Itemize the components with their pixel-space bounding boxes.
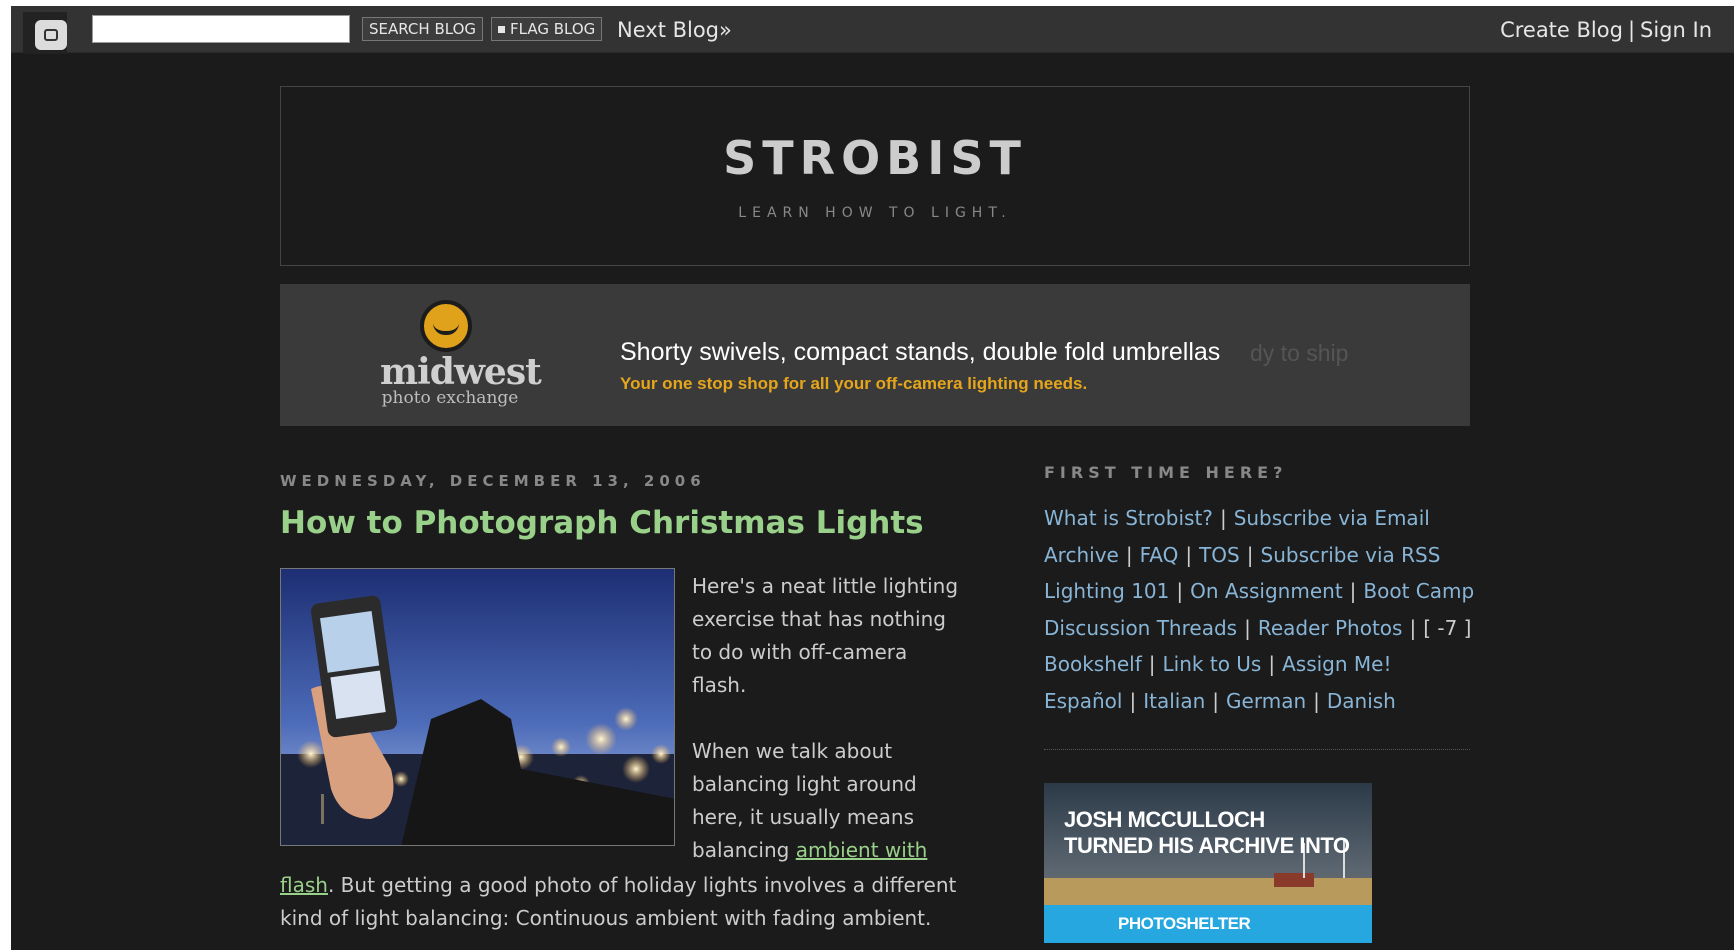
separator: |: [1627, 18, 1636, 42]
ambient-with-flash-link[interactable]: ambient with: [796, 838, 928, 862]
ad-line-2: TURNED HIS ARCHIVE INTO: [1064, 833, 1350, 858]
blog-title[interactable]: STROBIST: [281, 131, 1469, 185]
sidebar-divider: [1044, 749, 1470, 750]
link-what-is-strobist[interactable]: What is Strobist?: [1044, 506, 1213, 530]
phone-night-photo-image: [281, 569, 674, 845]
banner-subline: Your one stop shop for all your off-came…: [620, 374, 1088, 393]
post-body-continued: flash. But getting a good photo of holid…: [280, 869, 980, 935]
photoshelter-ad[interactable]: JOSH MCCULLOCH TURNED HIS ARCHIVE INTO P…: [1044, 783, 1372, 943]
window-left-edge: [0, 0, 11, 950]
link-espanol[interactable]: Español: [1044, 689, 1122, 713]
link-boot-camp[interactable]: Boot Camp: [1363, 579, 1474, 603]
link-assign-me[interactable]: Assign Me!: [1282, 652, 1391, 676]
midwest-logo-text: midwest: [380, 351, 542, 393]
banner-fading-text: dy to ship: [1250, 340, 1349, 366]
sidebar-links: What is Strobist? | Subscribe via Email Ar…: [1044, 500, 1474, 719]
flag-blog-button[interactable]: FLAG BLOG: [491, 17, 603, 41]
link-bookshelf[interactable]: Bookshelf: [1044, 652, 1142, 676]
link-link-to-us[interactable]: Link to Us: [1163, 652, 1262, 676]
link-discussion-threads[interactable]: Discussion Threads: [1044, 616, 1237, 640]
banner-ad[interactable]: midwest photo exchange dy to ship Shorty…: [280, 284, 1470, 426]
next-blog-link[interactable]: Next Blog»: [617, 18, 732, 42]
link-danish[interactable]: Danish: [1327, 689, 1396, 713]
sidebar-row: Español | Italian | German | Danish: [1044, 688, 1396, 713]
link-reader-photos[interactable]: Reader Photos: [1258, 616, 1403, 640]
post-paragraph-2: When we talk about balancing light aroun…: [692, 735, 962, 867]
sidebar-heading: FIRST TIME HERE?: [1044, 463, 1288, 482]
post-photo[interactable]: [280, 568, 675, 846]
photoshelter-brand-bar: PHOTOSHELTER: [1044, 905, 1372, 943]
flag-icon: [498, 26, 505, 33]
banner-headline: Shorty swivels, compact stands, double f…: [620, 338, 1221, 366]
link-on-assignment[interactable]: On Assignment: [1190, 579, 1343, 603]
blogger-navbar: SEARCH BLOG FLAG BLOG Next Blog» Create …: [11, 6, 1734, 54]
account-links: Create Blog | Sign In: [1500, 18, 1712, 42]
post-date: WEDNESDAY, DECEMBER 13, 2006: [280, 472, 706, 490]
create-blog-link[interactable]: Create Blog: [1500, 18, 1623, 42]
link-faq[interactable]: FAQ: [1140, 543, 1179, 567]
sidebar-row: Archive | FAQ | TOS | Subscribe via RSS: [1044, 542, 1441, 567]
post-title[interactable]: How to Photograph Christmas Lights: [280, 505, 924, 541]
sign-in-link[interactable]: Sign In: [1640, 18, 1712, 42]
link-italian[interactable]: Italian: [1143, 689, 1205, 713]
link-lighting-101[interactable]: Lighting 101: [1044, 579, 1169, 603]
sidebar-row: Discussion Threads | Reader Photos |[ -7 ]: [1044, 615, 1472, 640]
midwest-logo-icon: [420, 300, 472, 352]
link-german[interactable]: German: [1226, 689, 1306, 713]
midwest-logo-subtext: photo exchange: [381, 388, 519, 408]
flag-blog-label: FLAG BLOG: [510, 20, 596, 38]
blogger-b-icon: [35, 20, 67, 50]
flash-link[interactable]: flash: [280, 873, 328, 897]
blog-header: STROBIST LEARN HOW TO LIGHT.: [280, 86, 1470, 266]
ad-line-1: JOSH MCCULLOCH: [1064, 807, 1265, 832]
post-body-intro: Here's a neat little lighting exercise t…: [692, 570, 962, 900]
photoshelter-logo-text: PHOTOSHELTER: [1118, 914, 1251, 933]
sidebar-row: Lighting 101 | On Assignment | Boot Camp: [1044, 579, 1475, 603]
blogger-logo[interactable]: [23, 12, 67, 54]
post-paragraph-1: Here's a neat little lighting exercise t…: [692, 574, 959, 697]
post-paragraph-2-end: . But getting a good photo of holiday li…: [280, 873, 957, 930]
search-input[interactable]: [92, 15, 350, 43]
browser-page: SEARCH BLOG FLAG BLOG Next Blog» Create …: [0, 0, 1734, 950]
search-blog-button[interactable]: SEARCH BLOG: [362, 17, 483, 41]
link-archive[interactable]: Archive: [1044, 543, 1119, 567]
blog-description: LEARN HOW TO LIGHT.: [738, 205, 1012, 221]
sidebar-row: Bookshelf | Link to Us | Assign Me!: [1044, 652, 1392, 676]
link-subscribe-rss[interactable]: Subscribe via RSS: [1261, 543, 1441, 567]
link-tos[interactable]: TOS: [1199, 543, 1240, 567]
sidebar-row: What is Strobist? | Subscribe via Email: [1044, 506, 1430, 530]
link-subscribe-email[interactable]: Subscribe via Email: [1234, 506, 1430, 530]
counter-text: [ -7 ]: [1423, 615, 1472, 640]
